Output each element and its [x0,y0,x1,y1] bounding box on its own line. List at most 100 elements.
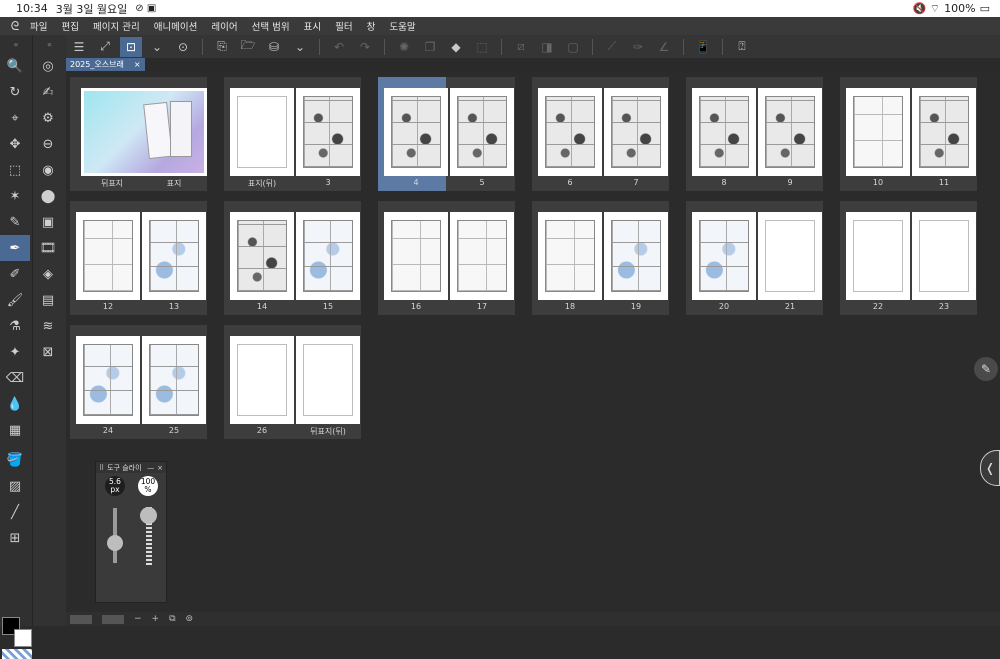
page-thumbnail[interactable] [296,88,360,176]
menu-layer[interactable]: 레이어 [211,19,237,33]
menu-filter[interactable]: 필터 [335,19,352,33]
menu-hamburger-icon[interactable]: ☰ [68,37,90,57]
page-thumbnail[interactable] [296,336,360,424]
spread-4[interactable]: 6 7 [532,77,669,191]
pen-tool-icon[interactable]: ✒ [0,235,30,261]
page-thumbnail[interactable] [296,212,360,300]
thumbnail-size-large[interactable] [102,614,124,624]
page-thumbnail[interactable] [758,212,822,300]
line-tool-icon[interactable]: ╱ [0,499,30,525]
zoom-in-button[interactable]: + [152,614,160,624]
vector-pen-icon[interactable]: ✑ [627,37,649,57]
page-thumbnail[interactable] [142,212,206,300]
spread-8[interactable]: 14 15 [224,201,361,315]
color-set-icon[interactable]: ⬤ [33,183,63,209]
menu-window[interactable]: 창 [367,19,376,33]
eyedropper-icon[interactable]: ✎ [0,209,30,235]
frame-tool-icon[interactable]: ⊞ [0,525,30,551]
zoom-tool-icon[interactable]: 🔍 [0,53,30,79]
page-thumbnail[interactable] [142,336,206,424]
zoom-out-button[interactable]: − [134,614,142,624]
spread-13[interactable]: 24 25 [70,325,207,439]
spread-11[interactable]: 20 21 [686,201,823,315]
pencil-tool-icon[interactable]: ✐ [0,261,30,287]
menu-edit[interactable]: 편집 [61,19,78,33]
page-thumbnail[interactable] [912,88,976,176]
fit-icon[interactable]: ⤢ [94,37,116,57]
collapse-subpanel-icon[interactable]: « [33,35,66,53]
open-folder-icon[interactable]: 🗁 [237,37,259,57]
timeline-icon[interactable]: ⊠ [33,339,63,365]
layer-icon[interactable]: ◈ [33,261,63,287]
tool-property-icon[interactable]: ⚙ [33,105,63,131]
close-tab-icon[interactable]: × [134,60,141,69]
eraser-tool-icon[interactable]: ⌫ [0,365,30,391]
page-thumbnail[interactable] [692,212,756,300]
page-thumbnail[interactable] [846,88,910,176]
thumbnail-size-small[interactable] [70,614,92,624]
new-page-icon[interactable]: ⎘ [211,37,233,57]
background-color[interactable] [14,629,32,647]
spread-view-icon[interactable]: ⧉ [169,614,175,624]
preview-icon[interactable]: ⊙ [172,37,194,57]
close-icon[interactable]: × [157,464,163,472]
page-thumbnail[interactable] [230,212,294,300]
page-thumbnail[interactable] [692,88,756,176]
fill-icon[interactable]: ◆ [445,37,467,57]
page-thumbnail[interactable] [758,88,822,176]
spread-cover[interactable]: 뒤표지 표지 [70,77,207,191]
spread-10[interactable]: 18 19 [532,201,669,315]
cover-page-thumbnail[interactable] [81,88,207,176]
fill-tool-icon[interactable]: ▦ [0,417,30,443]
page-thumbnail[interactable] [450,88,514,176]
page-thumbnail[interactable] [230,88,294,176]
selection-border-icon[interactable]: ▢ [562,37,584,57]
color-swatches[interactable] [2,617,32,647]
transform-icon[interactable]: ⬚ [471,37,493,57]
gradient-tool-icon[interactable]: ▨ [0,473,30,499]
menu-view[interactable]: 표시 [304,19,321,33]
spread-14[interactable]: 26 뒤표지(뒤) [224,325,361,439]
page-thumbnail[interactable] [538,88,602,176]
spread-7[interactable]: 12 13 [70,201,207,315]
material-icon[interactable]: ▣ [33,209,63,235]
page-thumbnail[interactable] [538,212,602,300]
page-thumbnail[interactable] [76,336,140,424]
menu-page-management[interactable]: 페이지 관리 [93,19,140,33]
opacity-slider-thumb[interactable] [140,507,157,524]
companion-mode-icon[interactable]: 📱 [692,37,714,57]
operation-tool-icon[interactable]: ⌖ [0,105,30,131]
document-tab[interactable]: 2025_오스브래 × [66,58,145,71]
rotate-tool-icon[interactable]: ↻ [0,79,30,105]
navigator-icon[interactable]: ◎ [33,53,63,79]
layer-stack-icon[interactable]: ≋ [33,313,63,339]
menu-file[interactable]: 파일 [30,19,47,33]
decoration-tool-icon[interactable]: ✦ [0,339,30,365]
move-tool-icon[interactable]: ✥ [0,131,30,157]
page-thumbnail[interactable] [846,212,910,300]
spread-6[interactable]: 10 11 [840,77,977,191]
blend-tool-icon[interactable]: 💧 [0,391,30,417]
menu-help[interactable]: 도움말 [389,19,415,33]
save-icon[interactable]: ⛁ [263,37,285,57]
settings-icon[interactable]: ⊚ [186,614,194,624]
transparent-color-swatch[interactable] [2,649,32,659]
page-thumbnail[interactable] [76,212,140,300]
spread-2[interactable]: 표지(뒤) 3 [224,77,361,191]
redo-icon[interactable]: ↷ [354,37,376,57]
bucket-tool-icon[interactable]: 🪣 [0,447,30,473]
ruler-pen-icon[interactable]: ⟋ [601,37,623,57]
palette-grip-icon[interactable]: ⠿ [99,464,104,472]
edit-pencil-icon[interactable]: ✎ [974,357,998,381]
brush-tool-icon[interactable]: 🖌 [0,287,30,313]
spread-5[interactable]: 8 9 [686,77,823,191]
spread-3-selected[interactable]: 4 5 [378,77,515,191]
opacity-slider[interactable] [140,507,157,565]
page-thumbnail[interactable] [604,212,668,300]
page-thumbnail[interactable] [450,212,514,300]
deselect-icon[interactable]: ⧄ [510,37,532,57]
undo-icon[interactable]: ↶ [328,37,350,57]
spread-9[interactable]: 16 17 [378,201,515,315]
copy-icon[interactable]: ❐ [419,37,441,57]
color-wheel-icon[interactable]: ◉ [33,157,63,183]
